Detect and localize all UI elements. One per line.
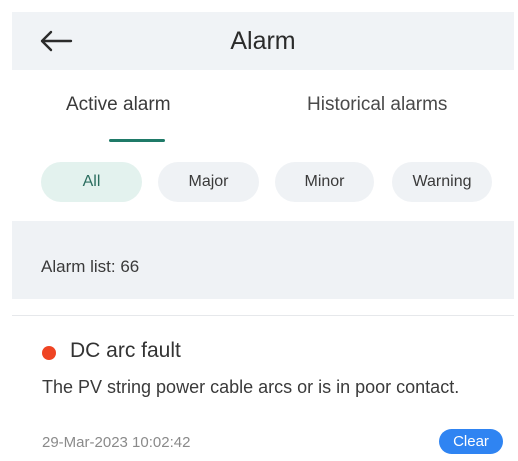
app-header: Alarm bbox=[12, 12, 514, 70]
severity-dot-icon bbox=[42, 346, 56, 360]
filter-chip-minor[interactable]: Minor bbox=[275, 162, 374, 202]
alarm-list-header: Alarm list: 66 bbox=[12, 221, 514, 299]
tab-active-alarm[interactable]: Active alarm bbox=[66, 90, 171, 120]
tab-bar: Active alarm Historical alarms bbox=[12, 82, 514, 142]
alarm-status-badge: Clear bbox=[439, 429, 503, 454]
active-tab-indicator bbox=[109, 139, 165, 142]
alarm-name: DC arc fault bbox=[70, 339, 181, 362]
arrow-left-icon bbox=[40, 30, 73, 52]
filter-chip-major[interactable]: Major bbox=[158, 162, 259, 202]
tab-historical-alarms[interactable]: Historical alarms bbox=[307, 90, 447, 120]
alarm-list-item[interactable]: DC arc fault The PV string power cable a… bbox=[12, 330, 514, 461]
filter-chip-warning[interactable]: Warning bbox=[392, 162, 492, 202]
alarm-count: Alarm list: 66 bbox=[41, 257, 140, 276]
divider bbox=[12, 315, 514, 316]
alarm-timestamp: 29-Mar-2023 10:02:42 bbox=[42, 434, 191, 451]
filter-chip-all[interactable]: All bbox=[41, 162, 142, 202]
page-title: Alarm bbox=[230, 27, 296, 55]
alarm-description: The PV string power cable arcs or is in … bbox=[42, 377, 460, 397]
back-button[interactable] bbox=[38, 24, 74, 58]
